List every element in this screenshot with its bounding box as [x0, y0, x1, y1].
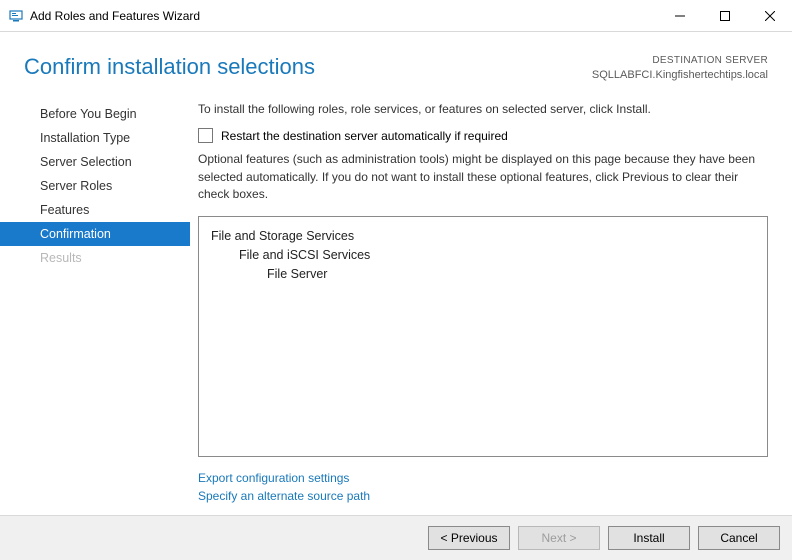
window-controls — [657, 0, 792, 31]
export-config-link[interactable]: Export configuration settings — [198, 469, 768, 487]
content-area: To install the following roles, role ser… — [190, 90, 792, 515]
app-icon — [8, 8, 24, 24]
minimize-button[interactable] — [657, 0, 702, 31]
close-button[interactable] — [747, 0, 792, 31]
alternate-source-link[interactable]: Specify an alternate source path — [198, 487, 768, 505]
sidebar-step-before-you-begin[interactable]: Before You Begin — [0, 102, 190, 126]
steps-sidebar: Before You BeginInstallation TypeServer … — [0, 90, 190, 515]
destination-server-name: SQLLABFCI.Kingfishertechtips.local — [592, 68, 768, 83]
sidebar-step-results: Results — [0, 246, 190, 270]
restart-checkbox[interactable] — [198, 128, 213, 143]
install-button[interactable]: Install — [608, 526, 690, 550]
sidebar-step-confirmation[interactable]: Confirmation — [0, 222, 190, 246]
feature-item: File and Storage Services — [211, 227, 755, 246]
selections-list: File and Storage ServicesFile and iSCSI … — [198, 216, 768, 457]
optional-features-note: Optional features (such as administratio… — [198, 151, 768, 203]
window-title: Add Roles and Features Wizard — [30, 9, 657, 23]
action-links: Export configuration settings Specify an… — [198, 469, 768, 505]
feature-item: File Server — [211, 265, 755, 284]
feature-item: File and iSCSI Services — [211, 246, 755, 265]
sidebar-step-server-selection[interactable]: Server Selection — [0, 150, 190, 174]
restart-option-row: Restart the destination server automatic… — [198, 128, 768, 143]
cancel-button[interactable]: Cancel — [698, 526, 780, 550]
destination-server-block: DESTINATION SERVER SQLLABFCI.Kingfishert… — [592, 54, 768, 82]
sidebar-step-server-roles[interactable]: Server Roles — [0, 174, 190, 198]
wizard-header: Confirm installation selections DESTINAT… — [0, 32, 792, 90]
maximize-button[interactable] — [702, 0, 747, 31]
previous-button[interactable]: < Previous — [428, 526, 510, 550]
title-bar: Add Roles and Features Wizard — [0, 0, 792, 32]
restart-checkbox-label: Restart the destination server automatic… — [221, 129, 508, 143]
sidebar-step-installation-type[interactable]: Installation Type — [0, 126, 190, 150]
page-title: Confirm installation selections — [24, 54, 592, 80]
wizard-footer: < Previous Next > Install Cancel — [0, 515, 792, 560]
destination-label: DESTINATION SERVER — [592, 54, 768, 68]
sidebar-step-features[interactable]: Features — [0, 198, 190, 222]
next-button: Next > — [518, 526, 600, 550]
intro-text: To install the following roles, role ser… — [198, 102, 768, 116]
